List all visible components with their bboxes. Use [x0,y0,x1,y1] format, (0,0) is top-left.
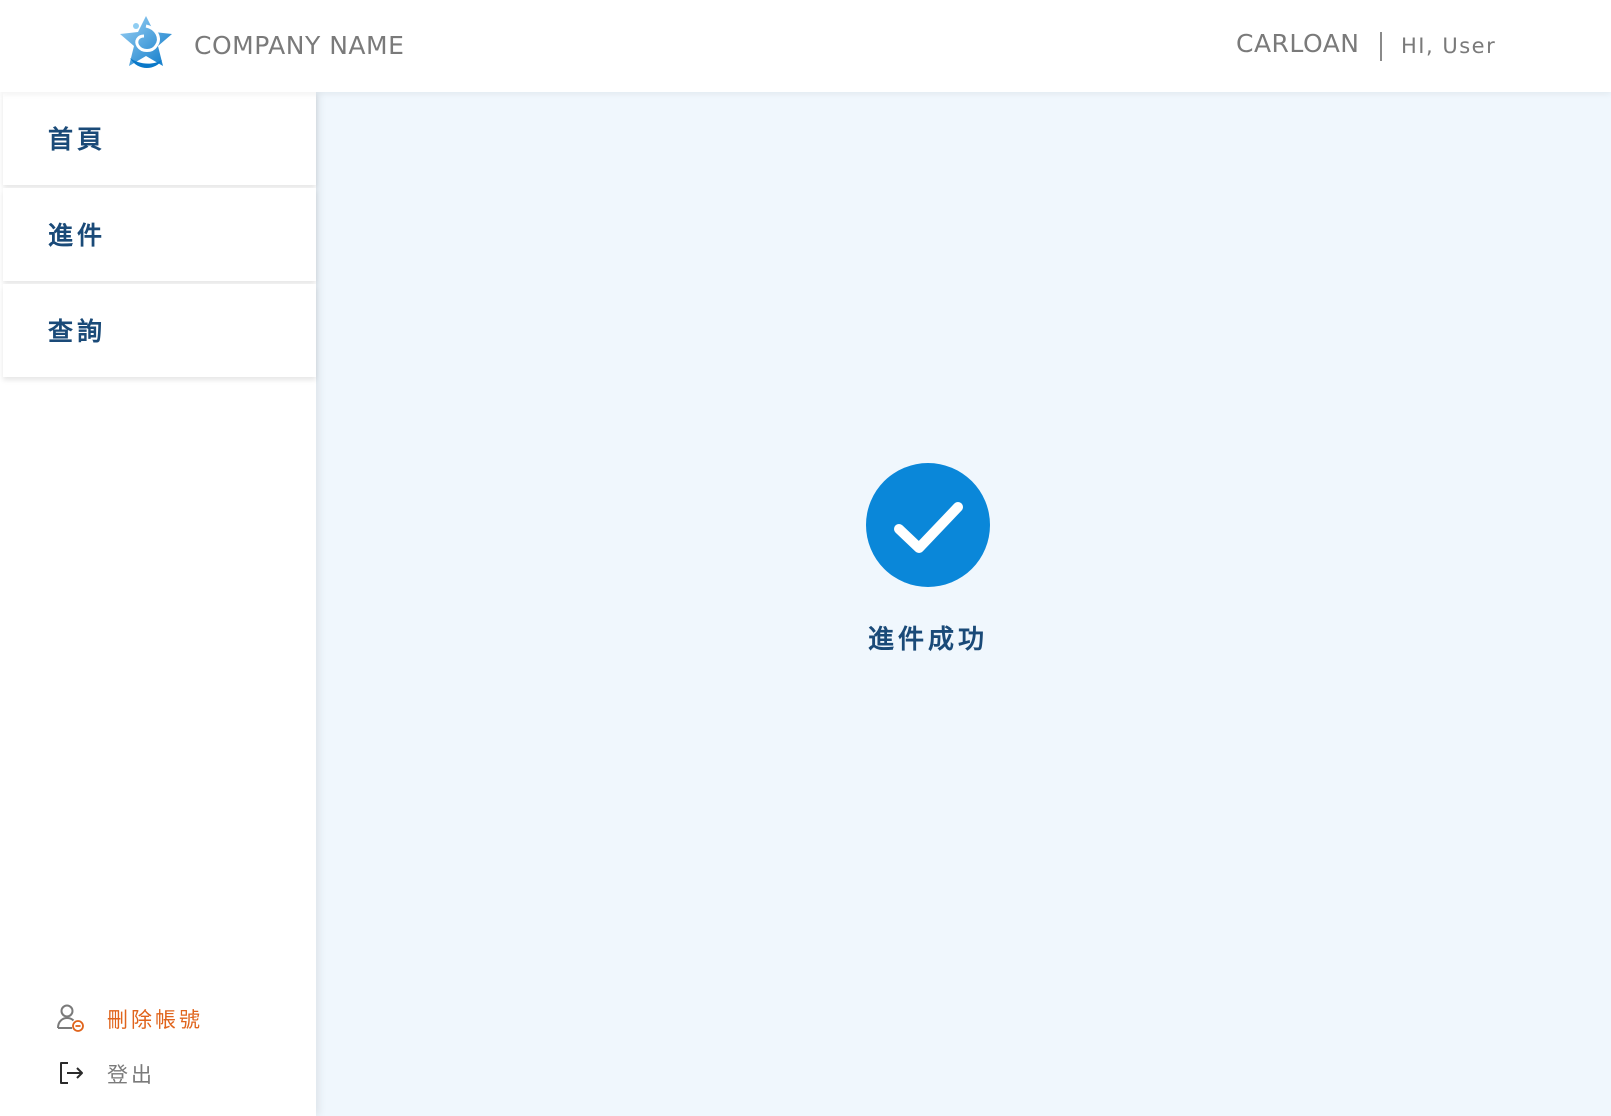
logout-icon [60,1062,83,1084]
product-name: CARLOAN [1236,29,1360,58]
sidebar-item-home[interactable]: 首頁 [3,92,316,185]
sidebar-item-label: 首頁 [48,125,107,154]
logout-label: 登出 [107,1063,155,1087]
top-header: COMPANY NAME CARLOAN HI, User [0,0,1611,92]
delete-account-button[interactable]: 刪除帳號 [55,998,275,1038]
header-divider [1380,32,1382,61]
company-logo-icon[interactable] [116,14,176,76]
sidebar-item-query[interactable]: 查詢 [3,284,316,377]
logout-button[interactable]: 登出 [55,1053,275,1093]
delete-account-label: 刪除帳號 [107,1008,203,1032]
company-name: COMPANY NAME [194,31,405,60]
sidebar-item-label: 查詢 [48,317,107,346]
app-root: COMPANY NAME CARLOAN HI, User 首頁 進件 查詢 刪… [0,0,1611,1116]
sidebar: 首頁 進件 查詢 刪除帳號 登出 [0,92,316,1116]
user-remove-icon [57,1004,84,1032]
status-message: 進件成功 [867,625,988,655]
user-greeting: HI, User [1401,34,1497,58]
sidebar-item-submit[interactable]: 進件 [3,188,316,281]
sidebar-item-label: 進件 [48,221,107,250]
check-circle-icon [866,463,990,587]
